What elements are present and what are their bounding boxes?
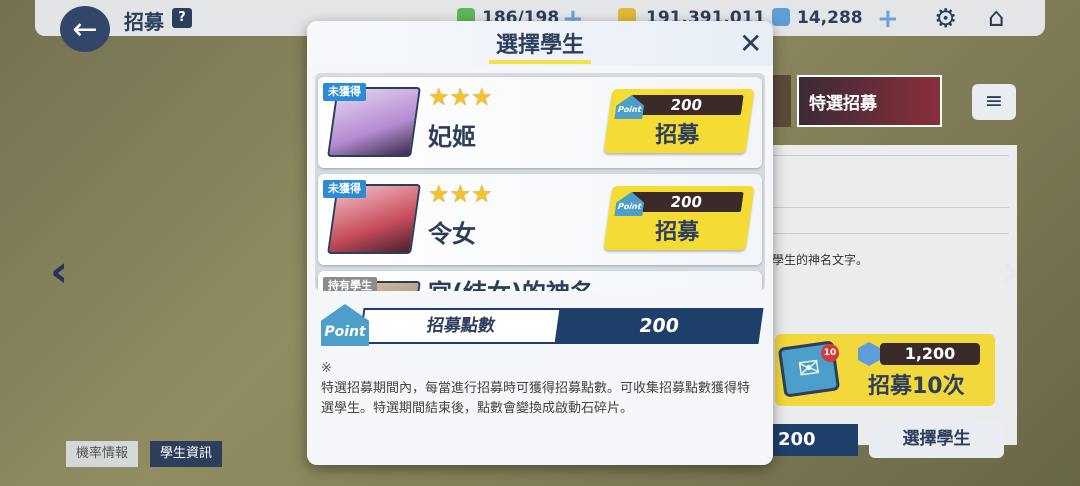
note-text: 特選招募期間內，每當進行招募時可獲得招募點數。可收集招募點數獲得特選學生。特選期… bbox=[321, 381, 751, 416]
recruit-button[interactable]: 200 Point 招募 bbox=[603, 186, 755, 250]
select-student-modal: 選擇學生 ✕ 未獲得 ★★★ 妃姬 200 Point 招募 未獲得 ★★★ 令… bbox=[307, 21, 773, 465]
menu-icon[interactable]: ≡ bbox=[972, 84, 1016, 120]
recruit-10-cost: 1,200 bbox=[880, 343, 980, 365]
recruit-points-label: 招募點數 bbox=[358, 308, 564, 344]
banner-thumb-special[interactable]: 特選招募 bbox=[797, 75, 942, 127]
modal-title: 選擇學生 bbox=[495, 33, 584, 58]
recruit-points-value: 200 bbox=[772, 424, 858, 456]
recruit-points-row: 招募點數 200 Point bbox=[321, 304, 764, 346]
list-item[interactable]: 未獲得 ★★★ 令女 200 Point 招募 bbox=[318, 174, 762, 265]
recruit-cost: 200 bbox=[628, 192, 744, 212]
prev-banner-arrow[interactable]: ‹ bbox=[50, 246, 68, 297]
select-student-button[interactable]: 選擇學生 bbox=[869, 420, 1004, 458]
close-icon[interactable]: ✕ bbox=[739, 27, 762, 60]
ticket-badge: 10 bbox=[821, 344, 839, 362]
banner-thumb-prev[interactable] bbox=[773, 75, 791, 127]
status-badge: 持有學生 bbox=[323, 277, 377, 291]
banner-label: 特選招募 bbox=[809, 93, 877, 114]
recruit-points-value: 200 bbox=[554, 308, 764, 344]
divider bbox=[772, 207, 1009, 208]
student-list[interactable]: 未獲得 ★★★ 妃姬 200 Point 招募 未獲得 ★★★ 令女 200 P… bbox=[315, 73, 765, 291]
status-badge: 未獲得 bbox=[323, 83, 366, 101]
tab-probability-info[interactable]: 機率情報 bbox=[66, 441, 139, 467]
list-item[interactable]: 持有學生 宮(结女)的神名 bbox=[318, 271, 762, 291]
back-button[interactable]: ← bbox=[60, 6, 110, 52]
recruit-cost: 200 bbox=[628, 95, 744, 115]
status-badge: 未獲得 bbox=[323, 180, 366, 198]
page-title: 招募 bbox=[124, 10, 164, 34]
recruit-button-label: 招募 bbox=[655, 123, 700, 148]
home-icon[interactable]: ⌂ bbox=[988, 3, 1005, 33]
divider bbox=[772, 233, 1009, 234]
divider bbox=[772, 155, 1009, 156]
recruit-10-label: 招募10次 bbox=[868, 374, 965, 399]
note-mark: ※ bbox=[321, 361, 332, 376]
gem-icon bbox=[772, 8, 790, 26]
help-icon[interactable]: ? bbox=[172, 8, 192, 28]
student-name: 妃姬 bbox=[428, 123, 476, 151]
gem-count: 14,288 bbox=[797, 8, 863, 28]
star-rating: ★★★ bbox=[428, 180, 493, 208]
add-gem-button[interactable]: + bbox=[877, 4, 899, 34]
student-name: 令女 bbox=[428, 220, 476, 248]
star-rating: ★★★ bbox=[428, 83, 493, 111]
banner-description: 學生的神名文字。 bbox=[772, 253, 869, 267]
point-icon: Point bbox=[321, 304, 369, 346]
list-item[interactable]: 未獲得 ★★★ 妃姬 200 Point 招募 bbox=[318, 77, 762, 168]
student-name: 宮(结女)的神名 bbox=[428, 273, 594, 291]
title-underline bbox=[489, 60, 591, 64]
recruit-button-label: 招募 bbox=[655, 220, 700, 245]
gear-icon[interactable]: ⚙ bbox=[934, 4, 957, 34]
recruit-button[interactable]: 200 Point 招募 bbox=[603, 89, 755, 153]
tab-student-info[interactable]: 學生資訊 bbox=[150, 441, 223, 467]
